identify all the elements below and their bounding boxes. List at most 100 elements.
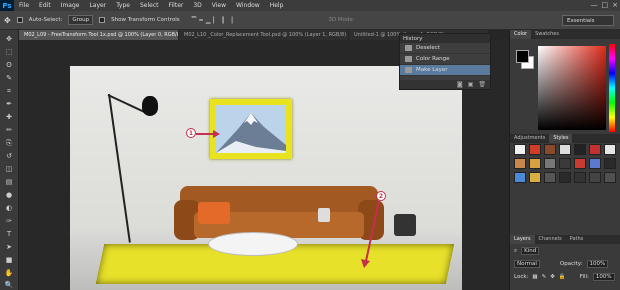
style-preset-17[interactable] — [544, 172, 556, 183]
tab-color[interactable]: Color — [510, 30, 532, 39]
menu-view[interactable]: View — [207, 0, 231, 11]
tab-document-2[interactable]: M02_L10 _Color_Replacement Tool.psd @ 10… — [179, 30, 349, 40]
blur-tool-icon[interactable]: ● — [3, 190, 15, 200]
fill-input[interactable]: 100% — [592, 273, 615, 281]
auto-select-checkbox[interactable] — [16, 17, 23, 23]
auto-select-dropdown[interactable]: Group — [68, 15, 94, 25]
shape-tool-icon[interactable]: ■ — [3, 255, 15, 265]
photoshop-logo: Ps — [0, 0, 14, 11]
style-preset-12[interactable] — [574, 158, 586, 169]
lock-all-icon[interactable]: 🔒 — [559, 274, 566, 280]
dodge-tool-icon[interactable]: ◐ — [3, 203, 15, 213]
tab-channels[interactable]: Channels — [535, 235, 566, 244]
gradient-tool-icon[interactable]: ▤ — [3, 177, 15, 187]
menu-3d[interactable]: 3D — [188, 0, 206, 11]
minimize-icon[interactable]: — — [591, 0, 598, 11]
history-item-make-layer[interactable]: Make Layer — [400, 65, 490, 76]
snapshot-icon[interactable]: ◙ — [457, 81, 463, 88]
document-canvas[interactable]: 1 2 — [70, 66, 462, 290]
menu-select[interactable]: Select — [135, 0, 164, 11]
lasso-tool-icon[interactable]: ʘ — [3, 60, 15, 70]
style-preset-9[interactable] — [529, 158, 541, 169]
foreground-color-swatch[interactable] — [516, 50, 529, 63]
move-tool-icon[interactable]: ✥ — [3, 34, 15, 44]
menu-window[interactable]: Window — [231, 0, 265, 11]
hand-tool-icon[interactable]: ✋ — [3, 268, 15, 278]
opacity-label: Opacity: — [559, 261, 583, 267]
hue-slider[interactable] — [609, 44, 615, 132]
maximize-icon[interactable]: □ — [602, 0, 609, 11]
align-bottom-icon[interactable]: ▁ — [206, 17, 211, 24]
tab-styles[interactable]: Styles — [549, 134, 573, 143]
close-icon[interactable]: × — [612, 0, 618, 11]
quick-select-tool-icon[interactable]: ✎ — [3, 73, 15, 83]
align-left-icon[interactable]: ▏ — [213, 17, 218, 24]
style-preset-1[interactable] — [514, 144, 526, 155]
style-preset-19[interactable] — [574, 172, 586, 183]
style-preset-8[interactable] — [514, 158, 526, 169]
style-preset-7[interactable] — [604, 144, 616, 155]
eraser-tool-icon[interactable]: ◫ — [3, 164, 15, 174]
lock-position-icon[interactable]: ✥ — [550, 274, 555, 280]
new-document-icon[interactable]: ▣ — [468, 81, 474, 88]
pen-tool-icon[interactable]: ✑ — [3, 216, 15, 226]
move-tool-preset-icon[interactable]: ✥ — [4, 16, 11, 25]
type-tool-icon[interactable]: T — [3, 229, 15, 239]
tab-layers[interactable]: Layers — [510, 235, 535, 244]
opacity-input[interactable]: 100% — [586, 260, 609, 268]
clone-tool-icon[interactable]: ⎘ — [3, 138, 15, 148]
style-preset-14[interactable] — [604, 158, 616, 169]
menu-edit[interactable]: Edit — [34, 0, 56, 11]
trash-icon[interactable]: 🗑 — [478, 81, 486, 88]
history-brush-tool-icon[interactable]: ↺ — [3, 151, 15, 161]
style-preset-18[interactable] — [559, 172, 571, 183]
history-item-deselect[interactable]: Deselect — [400, 43, 490, 54]
style-preset-3[interactable] — [544, 144, 556, 155]
brush-tool-icon[interactable]: ✏ — [3, 125, 15, 135]
align-right-icon[interactable]: ▕ — [228, 17, 233, 24]
menu-help[interactable]: Help — [265, 0, 289, 11]
style-preset-21[interactable] — [604, 172, 616, 183]
menu-filter[interactable]: Filter — [164, 0, 189, 11]
show-transform-checkbox[interactable] — [99, 17, 106, 23]
tab-swatches[interactable]: Swatches — [531, 30, 563, 39]
menu-image[interactable]: Image — [56, 0, 85, 11]
menu-bar: Ps File Edit Image Layer Type Select Fil… — [0, 0, 620, 11]
lock-transparent-icon[interactable]: ▦ — [532, 274, 537, 280]
style-preset-2[interactable] — [529, 144, 541, 155]
tab-document-1[interactable]: M02_L09 - FreeTransform Tool 1x.psd @ 10… — [19, 30, 179, 40]
blend-opacity-row: Normal Opacity: 100% — [514, 260, 609, 268]
style-preset-11[interactable] — [559, 158, 571, 169]
tab-paths[interactable]: Paths — [566, 235, 588, 244]
style-preset-5[interactable] — [574, 144, 586, 155]
menu-type[interactable]: Type — [111, 0, 135, 11]
fill-label: Fill: — [579, 274, 589, 280]
style-preset-10[interactable] — [544, 158, 556, 169]
crop-tool-icon[interactable]: ⌗ — [3, 86, 15, 96]
kind-filter-dropdown[interactable]: Kind — [521, 247, 540, 255]
align-middle-icon[interactable]: ━ — [199, 17, 203, 24]
style-preset-15[interactable] — [514, 172, 526, 183]
align-top-icon[interactable]: ▔ — [192, 17, 197, 24]
tab-adjustments[interactable]: Adjustments — [510, 134, 549, 143]
align-center-icon[interactable]: ┃ — [221, 17, 225, 24]
marquee-tool-icon[interactable]: ⬚ — [3, 47, 15, 57]
blend-mode-dropdown[interactable]: Normal — [514, 260, 540, 268]
style-preset-20[interactable] — [589, 172, 601, 183]
history-panel-title[interactable]: History — [400, 34, 490, 43]
color-picker-field[interactable] — [538, 46, 606, 130]
style-preset-4[interactable] — [559, 144, 571, 155]
zoom-tool-icon[interactable]: 🔍 — [3, 280, 15, 290]
healing-tool-icon[interactable]: ✚ — [3, 112, 15, 122]
style-preset-6[interactable] — [589, 144, 601, 155]
workspace-dropdown[interactable]: Essentials — [562, 15, 614, 26]
eyedropper-tool-icon[interactable]: ✒ — [3, 99, 15, 109]
style-preset-13[interactable] — [589, 158, 601, 169]
menu-file[interactable]: File — [14, 0, 34, 11]
menu-layer[interactable]: Layer — [84, 0, 111, 11]
show-transform-label: Show Transform Controls — [111, 17, 180, 23]
history-item-color-range[interactable]: Color Range — [400, 54, 490, 65]
style-preset-16[interactable] — [529, 172, 541, 183]
path-select-tool-icon[interactable]: ➤ — [3, 242, 15, 252]
lock-pixels-icon[interactable]: ✎ — [542, 274, 547, 280]
